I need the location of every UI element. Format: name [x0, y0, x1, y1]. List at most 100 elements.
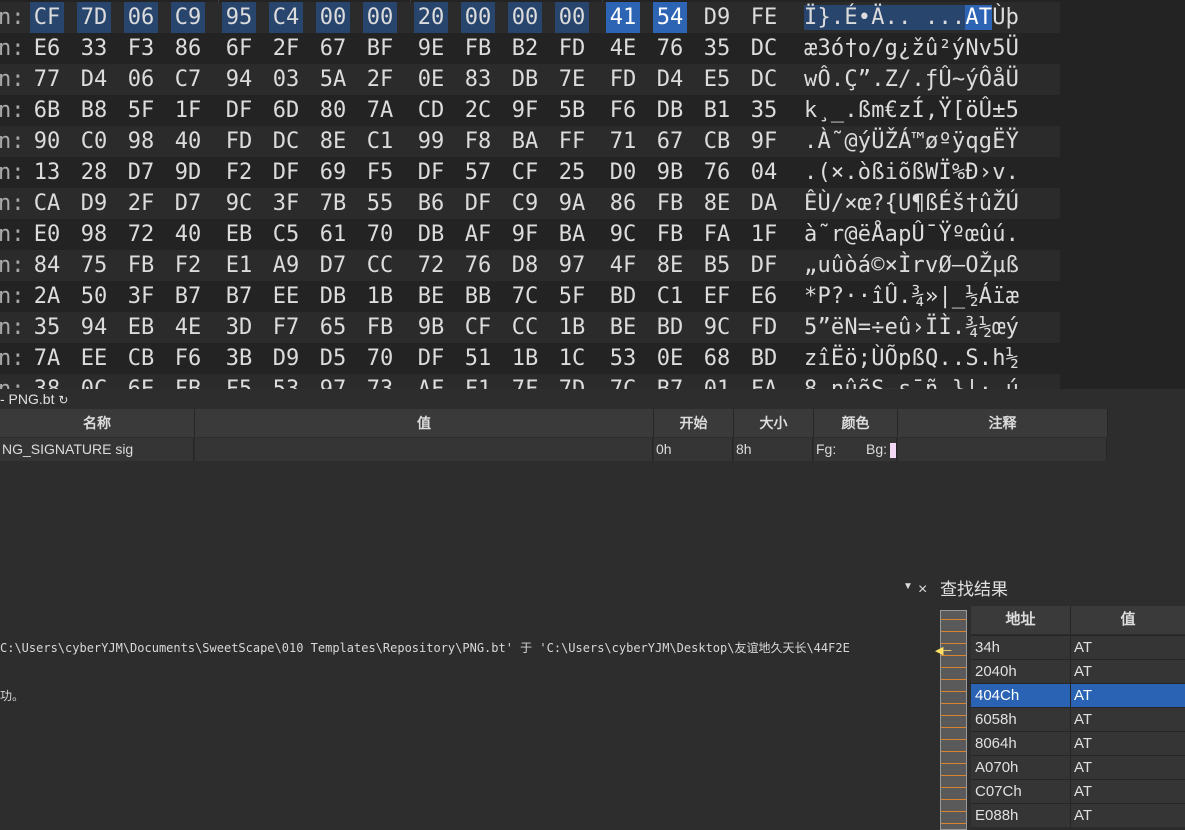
hex-byte[interactable]: F6	[606, 95, 640, 126]
hex-byte[interactable]: 9F	[747, 126, 781, 157]
hex-byte[interactable]: 7D	[555, 374, 589, 389]
hex-byte[interactable]: BD	[653, 312, 687, 343]
ascii-text[interactable]: .À˜@ýÜŽÁ™øºÿqgËŸ	[804, 126, 1019, 157]
hex-byte[interactable]: 9D	[171, 157, 205, 188]
hex-byte[interactable]: CF	[461, 312, 495, 343]
hex-byte[interactable]: C5	[269, 219, 303, 250]
hex-byte[interactable]: 40	[171, 126, 205, 157]
hex-byte[interactable]: D4	[653, 64, 687, 95]
hex-byte[interactable]: 97	[555, 250, 589, 281]
hex-byte[interactable]: D9	[269, 343, 303, 374]
hex-byte[interactable]: 00	[555, 2, 589, 33]
hex-byte[interactable]: CC	[363, 250, 397, 281]
hex-byte[interactable]: 3D	[222, 312, 256, 343]
hex-byte[interactable]: 2F	[269, 33, 303, 64]
hex-byte[interactable]: 2A	[30, 281, 64, 312]
hex-byte[interactable]: CA	[30, 188, 64, 219]
hex-byte[interactable]: 86	[171, 33, 205, 64]
hex-byte[interactable]: B1	[700, 95, 734, 126]
hex-byte[interactable]: 38	[30, 374, 64, 389]
hex-byte[interactable]: F5	[363, 157, 397, 188]
cell-size[interactable]: 8h	[734, 438, 813, 461]
hex-byte[interactable]: 99	[414, 126, 448, 157]
hex-byte[interactable]: F1	[461, 374, 495, 389]
hex-byte[interactable]: 9E	[414, 33, 448, 64]
hex-byte[interactable]: B7	[222, 281, 256, 312]
hex-row[interactable]: n: 13 28 D7 9D F2 DF 69 F5 DF 57 CF 25 D0 9B 76 04 .(×.òß…	[0, 157, 1060, 188]
hex-byte[interactable]: 9B	[653, 157, 687, 188]
hex-byte[interactable]: FD	[606, 64, 640, 95]
hex-byte[interactable]: 1C	[555, 343, 589, 374]
hex-byte[interactable]: D4	[77, 64, 111, 95]
hex-byte[interactable]: 20	[414, 2, 448, 33]
hex-byte[interactable]: BE	[414, 281, 448, 312]
hex-byte[interactable]: FB	[171, 374, 205, 389]
hex-byte[interactable]: 5F	[124, 95, 158, 126]
ascii-text[interactable]: *P?··îÛ.¾»|_½Áïæ	[804, 281, 1019, 312]
hex-row[interactable]: n: CA D9 2F D7 9C 3F 7B 55 B6 DF C9 9A 86 FB 8E DA ÊÙ/×œ?…	[0, 188, 1060, 219]
hex-byte[interactable]: BB	[461, 281, 495, 312]
hex-byte[interactable]: 70	[363, 219, 397, 250]
hex-byte[interactable]: 6D	[269, 95, 303, 126]
hex-byte[interactable]: 55	[363, 188, 397, 219]
hex-byte[interactable]: 7C	[606, 374, 640, 389]
hex-byte[interactable]: E6	[747, 281, 781, 312]
hex-byte[interactable]: 7F	[508, 374, 542, 389]
hex-byte[interactable]: 2F	[363, 64, 397, 95]
hex-byte[interactable]: D9	[77, 188, 111, 219]
hex-byte[interactable]: B5	[700, 250, 734, 281]
hex-byte[interactable]: 13	[30, 157, 64, 188]
hex-byte[interactable]: B6	[414, 188, 448, 219]
hex-byte[interactable]: 41	[606, 2, 640, 33]
find-result-row[interactable]: E088h AT	[971, 803, 1185, 828]
hex-byte[interactable]: 1B	[555, 312, 589, 343]
hex-byte[interactable]: CB	[700, 126, 734, 157]
ascii-text[interactable]: à˜r@ëÅapÛ¯Ÿºœûú.	[804, 219, 1019, 250]
hex-byte[interactable]: AF	[461, 219, 495, 250]
hex-byte[interactable]: BF	[363, 33, 397, 64]
hex-byte[interactable]: D7	[316, 250, 350, 281]
hex-byte[interactable]: D9	[700, 2, 734, 33]
hex-byte[interactable]: 98	[77, 219, 111, 250]
hex-byte[interactable]: CC	[508, 312, 542, 343]
hex-byte[interactable]: 67	[653, 126, 687, 157]
hex-row[interactable]: n: 2A 50 3F B7 B7 EE DB 1B BE BB 7C 5F BD C1 EF E6 *P?··î…	[0, 281, 1060, 312]
hex-byte[interactable]: DB	[508, 64, 542, 95]
hex-byte[interactable]: 00	[363, 2, 397, 33]
hex-byte[interactable]: EE	[269, 281, 303, 312]
hex-byte[interactable]: CF	[508, 157, 542, 188]
hex-row[interactable]: n: 35 94 EB 4E 3D F7 65 FB 9B CF CC 1B BE BD 9C FD 5”ëN=÷…	[0, 312, 1060, 343]
ascii-text[interactable]: Ï}.É•Ä.. ...ATÙþ	[804, 2, 1019, 33]
hex-row[interactable]: n: CF 7D 06 C9 95 C4 00 00 20 00 00 00 41 54 D9 FE Ï}.É•Ä…	[0, 2, 1060, 33]
hex-byte[interactable]: 54	[653, 2, 687, 33]
hex-byte[interactable]: 86	[606, 188, 640, 219]
hex-byte[interactable]: B7	[171, 281, 205, 312]
column-header-color[interactable]: 颜色	[814, 409, 898, 437]
hex-byte[interactable]: 76	[461, 250, 495, 281]
hex-byte[interactable]: 4E	[171, 312, 205, 343]
hex-byte[interactable]: DF	[222, 95, 256, 126]
hex-byte[interactable]: 84	[30, 250, 64, 281]
hex-byte[interactable]: F2	[171, 250, 205, 281]
hex-byte[interactable]: F3	[124, 33, 158, 64]
hex-byte[interactable]: 35	[30, 312, 64, 343]
hex-byte[interactable]: 97	[316, 374, 350, 389]
find-result-row[interactable]: 34h AT	[971, 635, 1185, 660]
hex-byte[interactable]: CF	[30, 2, 64, 33]
hex-byte[interactable]: FD	[222, 126, 256, 157]
hex-row[interactable]: n: 84 75 FB F2 E1 A9 D7 CC 72 76 D8 97 4F 8E B5 DF „uûòá©…	[0, 250, 1060, 281]
hex-byte[interactable]: 40	[171, 219, 205, 250]
hex-byte[interactable]: 03	[269, 64, 303, 95]
find-results-minimap[interactable]	[940, 610, 967, 830]
hex-row[interactable]: n: 38 0C 6E FB F5 53 97 73 AF F1 7F 7D 7C B7 01 FA 8.nûõS…	[0, 374, 1060, 389]
hex-byte[interactable]: FD	[747, 312, 781, 343]
hex-byte[interactable]: 9F	[508, 95, 542, 126]
hex-byte[interactable]: EB	[124, 312, 158, 343]
ascii-text[interactable]: k¸_.ßm€zÍ,Ÿ[öÛ±5	[804, 95, 1019, 126]
hex-byte[interactable]: DF	[269, 157, 303, 188]
hex-byte[interactable]: 6F	[222, 33, 256, 64]
hex-byte[interactable]: E6	[30, 33, 64, 64]
column-header-value[interactable]: 值	[195, 409, 654, 437]
hex-byte[interactable]: 70	[363, 343, 397, 374]
hex-byte[interactable]: 0E	[653, 343, 687, 374]
